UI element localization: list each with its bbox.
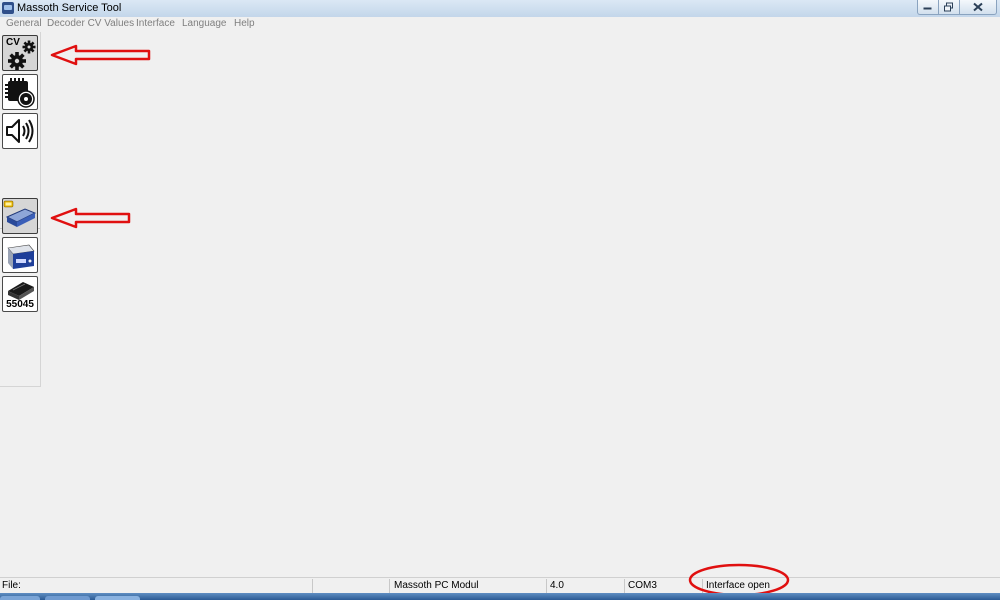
annotation-ellipse-status: [688, 563, 790, 597]
title-bar: Massoth Service Tool: [0, 0, 1000, 18]
minimize-button[interactable]: [917, 0, 939, 15]
os-taskbar: [0, 593, 1000, 600]
device-55045-button[interactable]: 55045: [2, 276, 38, 312]
pc-modul-button[interactable]: [2, 198, 38, 234]
minimize-icon: [923, 7, 932, 10]
cv-settings-gears-icon: [8, 40, 36, 70]
menu-interface[interactable]: Interface: [136, 18, 175, 29]
taskbar-item[interactable]: [95, 596, 140, 600]
status-divider: [389, 579, 390, 593]
status-divider: [312, 579, 313, 593]
speaker-sound-icon: [6, 119, 34, 143]
app-icon: [2, 2, 14, 14]
restore-icon: [944, 2, 953, 12]
decoder-chip-disc-icon: [5, 78, 35, 108]
menu-language[interactable]: Language: [182, 18, 227, 29]
status-version: 4.0: [550, 580, 564, 591]
taskbar-start-button[interactable]: [0, 596, 40, 600]
menu-general[interactable]: General: [6, 18, 42, 29]
annotation-arrow-interface: [50, 207, 131, 229]
status-port: COM3: [628, 580, 657, 591]
status-module: Massoth PC Modul: [394, 580, 479, 591]
central-station-button[interactable]: [2, 237, 38, 273]
sound-button[interactable]: [2, 113, 38, 149]
menu-bar: General Decoder CV Values Interface Lang…: [0, 17, 1000, 32]
window-title: Massoth Service Tool: [17, 2, 122, 14]
annotation-arrow-cv: [50, 44, 151, 66]
decoder-button[interactable]: [2, 74, 38, 110]
menu-help[interactable]: Help: [234, 18, 255, 29]
status-bar: File: Massoth PC Modul 4.0 COM3 Interfac…: [0, 577, 1000, 594]
cv-settings-button[interactable]: CV: [2, 35, 38, 71]
status-divider: [624, 579, 625, 593]
central-station-icon: [7, 244, 35, 269]
device-number-label: 55045: [6, 299, 34, 310]
status-divider: [546, 579, 547, 593]
pc-modul-interface-icon: [3, 200, 37, 227]
taskbar-item[interactable]: [45, 596, 90, 600]
status-file-label: File:: [2, 580, 21, 591]
close-button[interactable]: [959, 0, 997, 15]
restore-button[interactable]: [938, 0, 960, 15]
close-icon: [973, 2, 983, 12]
menu-decoder-cv-values[interactable]: Decoder CV Values: [47, 18, 134, 29]
